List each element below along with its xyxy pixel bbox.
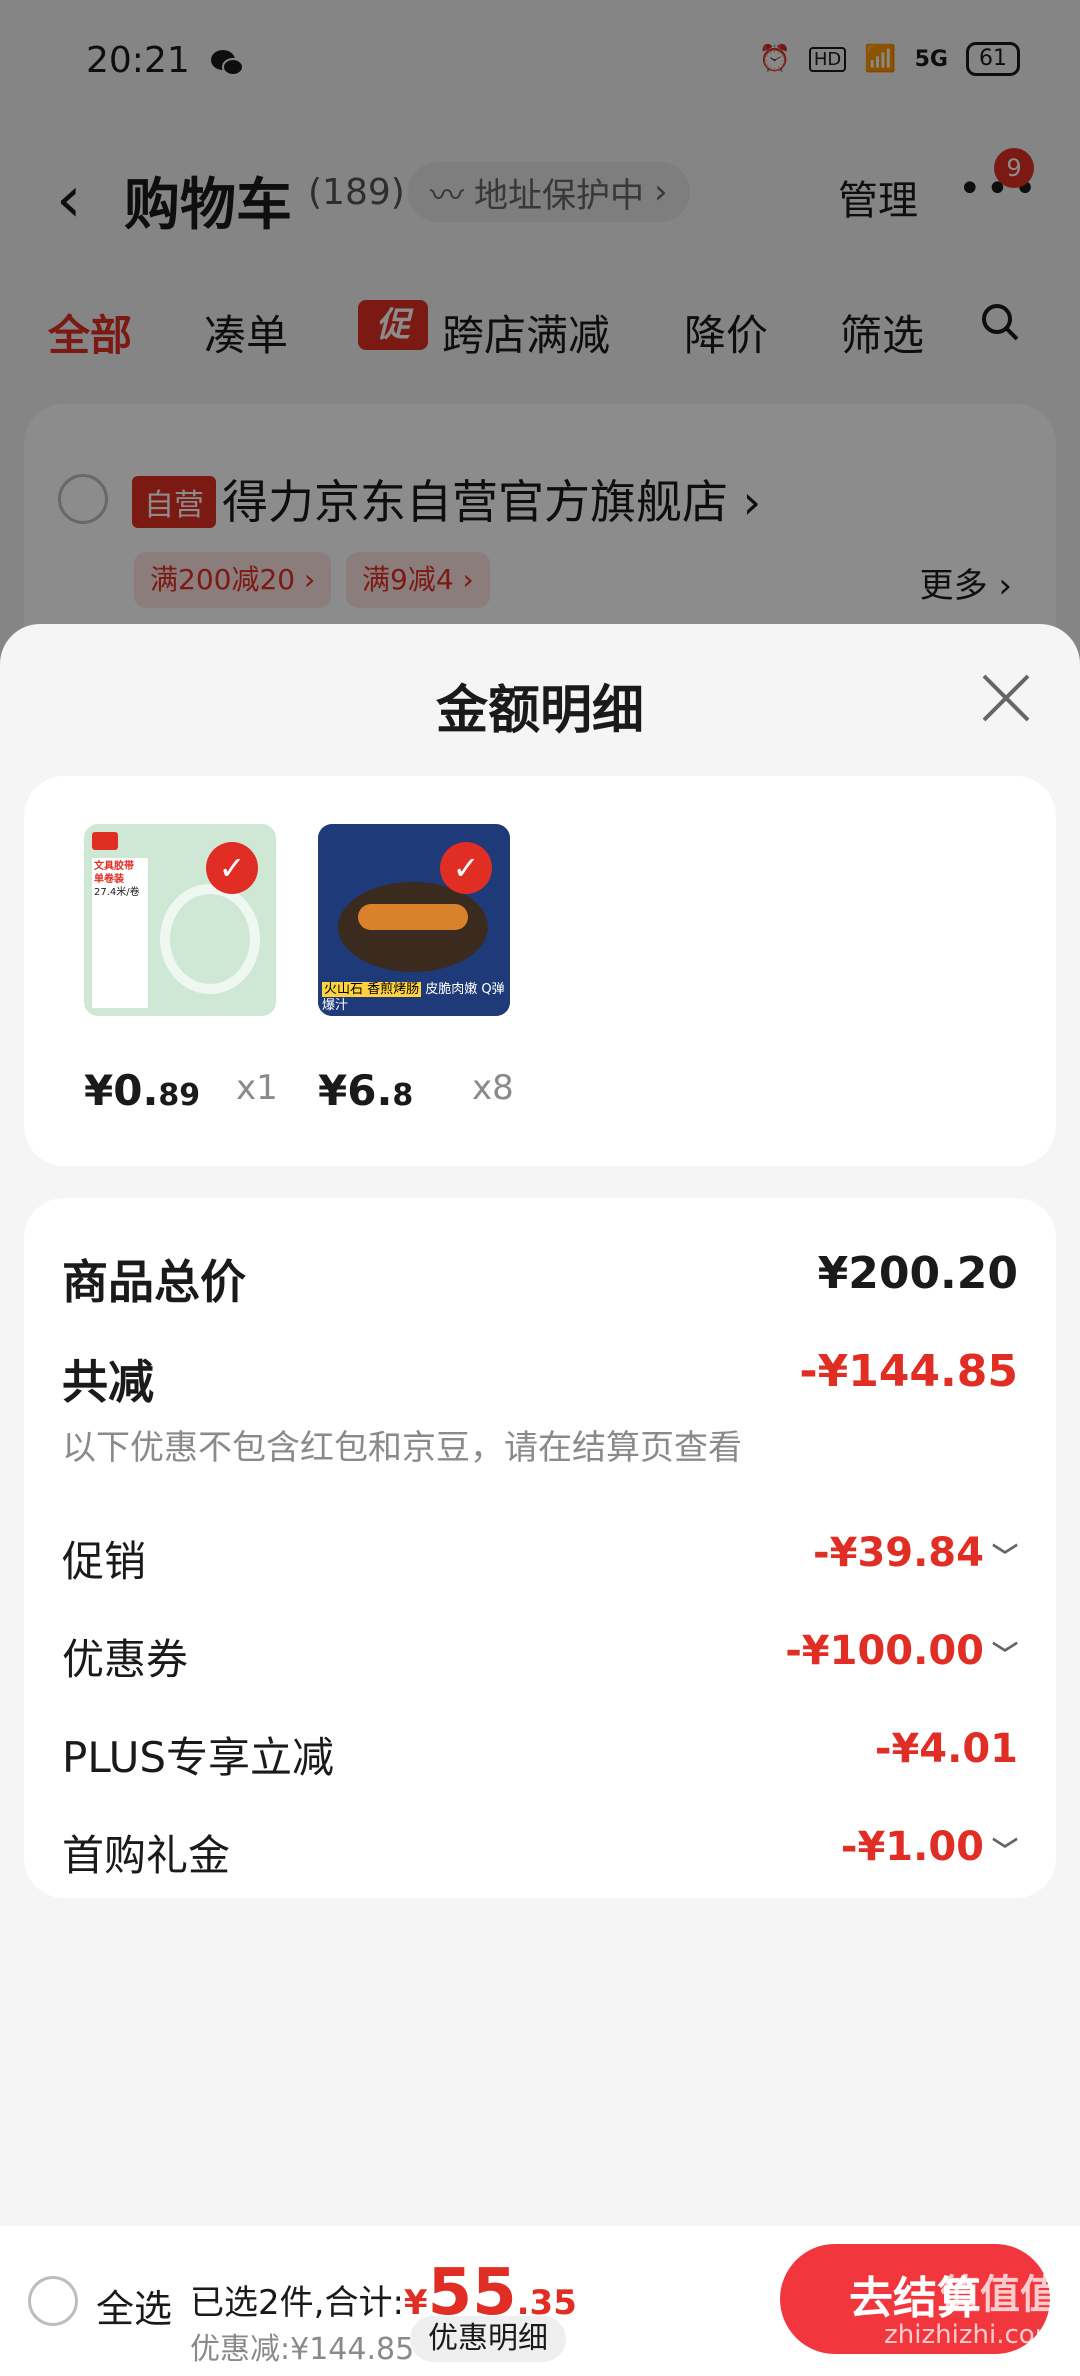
promo-row-label: 促销	[62, 1537, 147, 1586]
item-quantity: x1	[236, 1068, 278, 1108]
promo-row-value[interactable]: -¥39.84 ﹀	[813, 1530, 1018, 1576]
item-price: ¥0.89	[84, 1066, 201, 1115]
select-all-label[interactable]: 全选	[96, 2278, 172, 2333]
brand-logo	[92, 832, 118, 850]
plus-row-label: PLUS专享立减	[62, 1733, 335, 1782]
discount-note: 以下优惠不包含红包和京豆，请在结算页查看	[62, 1428, 742, 1468]
watermark-url: zhizhizhi.com	[884, 2320, 1060, 2350]
product-label-top: 文具胶带 单卷装	[94, 861, 134, 885]
product-label-card: 文具胶带 单卷装 27.4米/卷	[92, 858, 148, 1008]
chevron-down-icon: ﹀	[991, 1543, 1018, 1573]
amount-detail-sheet: 金额明细 文具胶带 单卷装 27.4米/卷 ✓ ¥0.89 x1 火山石 香煎烤…	[0, 624, 1080, 2376]
coupon-row-value[interactable]: -¥100.00 ﹀	[785, 1628, 1018, 1674]
selected-count-text: 已选2件,合计:	[190, 2283, 404, 2323]
goods-total-label: 商品总价	[62, 1255, 246, 1309]
item-quantity: x8	[472, 1068, 514, 1108]
product-label-mid: 27.4米/卷	[94, 887, 140, 898]
goods-total-value: ¥200.20	[817, 1248, 1018, 1299]
product-thumbnail-tape[interactable]: 文具胶带 单卷装 27.4米/卷 ✓	[84, 824, 276, 1016]
product-caption: 火山石 香煎烤肠 皮脆肉嫩 Q弹爆汁	[318, 980, 510, 1016]
coupon-row-label: 优惠券	[62, 1635, 189, 1684]
sausage-image	[358, 904, 468, 930]
discount-total: 优惠减:¥144.85	[190, 2332, 415, 2367]
select-all-checkbox[interactable]	[28, 2276, 78, 2326]
selected-check-icon: ✓	[206, 842, 258, 894]
watermark-logo: 值值值	[940, 2272, 1060, 2318]
product-thumbnail-sausage[interactable]: 火山石 香煎烤肠 皮脆肉嫩 Q弹爆汁 ✓	[318, 824, 510, 1016]
price-summary-card: 商品总价 ¥200.20 共减 -¥144.85 以下优惠不包含红包和京豆，请在…	[24, 1198, 1056, 1898]
chevron-down-icon: ﹀	[991, 1641, 1018, 1671]
tape-roll-image	[160, 884, 260, 994]
first-purchase-row-value[interactable]: -¥1.00 ﹀	[841, 1824, 1018, 1870]
product-caption-top: 火山石 香煎烤肠	[322, 982, 422, 997]
selected-items-card: 文具胶带 单卷装 27.4米/卷 ✓ ¥0.89 x1 火山石 香煎烤肠 皮脆肉…	[24, 776, 1056, 1166]
plus-row-value: -¥4.01	[874, 1726, 1018, 1772]
item-price: ¥6.8	[318, 1066, 414, 1115]
chevron-down-icon: ﹀	[991, 1837, 1018, 1867]
close-icon[interactable]	[980, 672, 1032, 724]
watermark: 值值值 zhizhizhi.com	[884, 2262, 1060, 2350]
discount-detail-button[interactable]: 优惠明细	[410, 2316, 566, 2362]
selected-check-icon: ✓	[440, 842, 492, 894]
sheet-title: 金额明细	[435, 681, 644, 741]
first-purchase-row-label: 首购礼金	[62, 1831, 231, 1880]
reduce-total-value: -¥144.85	[799, 1346, 1018, 1397]
reduce-label: 共减	[62, 1355, 154, 1409]
